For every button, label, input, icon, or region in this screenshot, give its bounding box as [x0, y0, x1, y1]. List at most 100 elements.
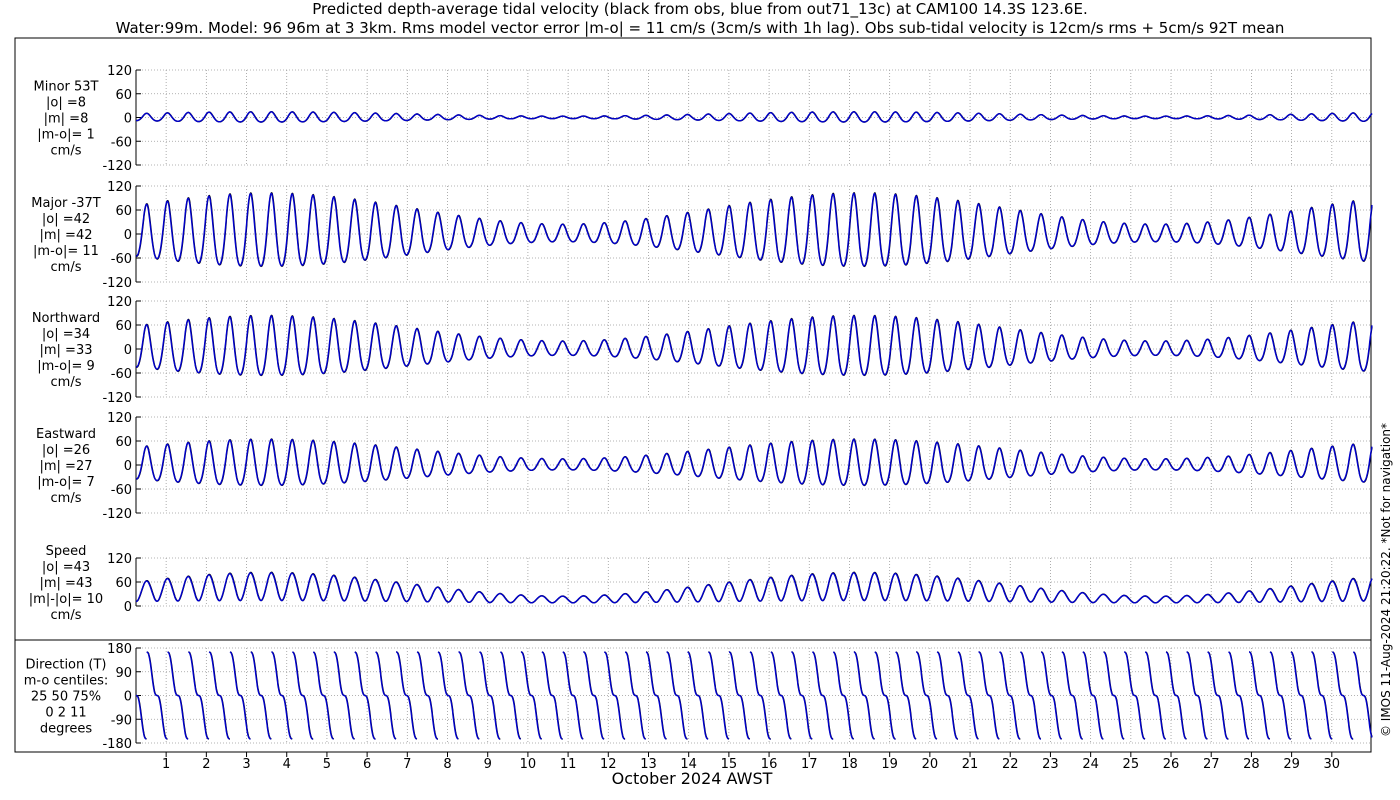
panel-speed: 0 60 120 Speed|o| =43|m| =43|m|-|o|= 10cm/s	[29, 544, 1373, 623]
panel-label-line: |m-o|= 11	[33, 244, 99, 259]
panel-label-line: |o| =8	[46, 96, 86, 111]
panel-label-line: Eastward	[36, 427, 96, 442]
tidal-velocity-chart: -120-60060120Minor 53T|o| =8|m| =8|m-o|=…	[14, 37, 1393, 788]
panel-label-line: m-o centiles:	[24, 674, 109, 689]
y-tick-label: -60	[111, 252, 132, 267]
panel-label-line: |m-o|= 1	[37, 128, 95, 143]
x-tick-label: 22	[1002, 757, 1019, 772]
watermark-text: © IMOS 11-Aug-2024 21:20:22. *Not for na…	[1379, 423, 1393, 737]
y-tick-label: 120	[107, 411, 132, 426]
panel-label-line: cm/s	[51, 491, 82, 506]
upper-axes-frame	[14, 37, 1372, 641]
y-tick-label: 0	[124, 690, 132, 705]
y-tick-label: 90	[115, 666, 132, 681]
y-tick-label: 120	[107, 64, 132, 79]
y-tick-label: -60	[111, 367, 132, 382]
y-tick-label: 120	[107, 180, 132, 195]
x-tick-label: 26	[1163, 757, 1180, 772]
y-tick-label: 60	[115, 204, 132, 219]
series-model-line	[135, 572, 1373, 604]
panel-label-line: |m| =27	[40, 459, 93, 474]
x-tick-label: 9	[484, 757, 492, 772]
y-tick-label: -60	[111, 135, 132, 150]
y-tick-label: 180	[107, 642, 132, 657]
panel-label-line: cm/s	[51, 375, 82, 390]
panel-major: -120 -60 0 60 120 Major -37T|o| =42|m| =42|m-…	[31, 180, 1373, 291]
y-tick-label: 0	[124, 600, 132, 615]
x-tick-label: 11	[560, 757, 577, 772]
x-tick-label: 1	[162, 757, 170, 772]
y-tick-label: 60	[115, 319, 132, 334]
y-tick-label: 120	[107, 552, 132, 567]
panel-label-line: cm/s	[51, 608, 82, 623]
x-tick-label: 2	[202, 757, 210, 772]
y-tick-label: 120	[107, 295, 132, 310]
x-tick-label: 28	[1243, 757, 1260, 772]
panel-label-line: Minor 53T	[34, 80, 99, 95]
panel-label-line: cm/s	[51, 144, 82, 159]
panel-label-line: |m| =43	[40, 576, 93, 591]
y-tick-label: -180	[102, 737, 132, 752]
panel-label-line: |m| =8	[44, 112, 89, 127]
x-tick-label: 20	[922, 757, 939, 772]
x-tick-label: 24	[1082, 757, 1099, 772]
x-axis: 1 2 3 4 5 6 7 8 9 10 11 12 13 14 15 16 17 18 19 20 21 22 23 24 2…	[162, 752, 1340, 788]
y-tick-label: 0	[124, 343, 132, 358]
panel-label-line: |m| =33	[40, 343, 93, 358]
x-tick-label: 3	[242, 757, 250, 772]
series-model-line	[136, 438, 1373, 486]
y-tick-label: 60	[115, 576, 132, 591]
y-tick-label: -120	[102, 507, 132, 522]
y-tick-label: 60	[115, 88, 132, 103]
panel-label-line: |o| =43	[42, 560, 90, 575]
x-tick-label: 25	[1123, 757, 1140, 772]
y-tick-label: 0	[124, 228, 132, 243]
y-tick-label: 60	[115, 435, 132, 450]
panel-label-line: 25 50 75%	[31, 690, 101, 705]
panel-label-line: cm/s	[51, 260, 82, 275]
panel-label-line: |o| =26	[42, 443, 90, 458]
panel-label-line: |m-o|= 7	[37, 475, 95, 490]
x-tick-label: 8	[443, 757, 451, 772]
x-tick-label: 19	[881, 757, 898, 772]
x-tick-label: 30	[1324, 757, 1341, 772]
y-tick-label: -120	[102, 159, 132, 174]
x-tick-label: 6	[363, 757, 371, 772]
lower-axes-frame	[14, 639, 1372, 753]
y-tick-label: -90	[111, 713, 132, 728]
panel-label-line: 0 2 11	[45, 706, 86, 721]
x-tick-label: 4	[283, 757, 291, 772]
panel-label-line: degrees	[40, 722, 93, 737]
x-tick-label: 27	[1203, 757, 1220, 772]
panel-label-line: Major -37T	[31, 196, 100, 211]
panel-label-line: |m|-|o|= 10	[29, 592, 103, 607]
series-model-line	[136, 111, 1373, 123]
x-tick-label: 21	[962, 757, 979, 772]
panel-label-line: Direction (T)	[26, 658, 107, 673]
panel-eastward: -120 -60 0 60 120 Eastward|o| =26|m| =27|m-o|…	[36, 411, 1373, 522]
figure: Predicted depth-average tidal velocity (…	[0, 0, 1400, 800]
panel-label-line: Speed	[46, 544, 87, 559]
y-tick-label: 0	[124, 112, 132, 127]
x-tick-label: 18	[841, 757, 858, 772]
panel-minor: -120 -60 0 60 120 Minor 53T|o| =8|m| =8|m-o|=…	[34, 64, 1373, 174]
series-model-line	[135, 192, 1373, 267]
x-tick-label: 23	[1042, 757, 1059, 772]
panel-label-line: |m| =42	[40, 228, 93, 243]
y-tick-label: -60	[111, 483, 132, 498]
panel-direction: -180 -90 0 90 180Direction (T)m-o centiles:2…	[24, 642, 1373, 752]
panel-label-line: Northward	[32, 311, 100, 326]
panel-northward: -120 -60 0 60 120 Northward|o| =34|m| =33|m-o…	[32, 295, 1373, 406]
y-tick-label: 0	[124, 459, 132, 474]
panel-label-line: |m-o|= 9	[37, 359, 95, 374]
x-tick-label: 17	[801, 757, 818, 772]
x-tick-label: 7	[403, 757, 411, 772]
panel-label-line: |o| =34	[42, 327, 90, 342]
panel-label-line: |o| =42	[42, 212, 90, 227]
x-tick-label: 29	[1283, 757, 1300, 772]
x-tick-label: 10	[520, 757, 537, 772]
y-tick-label: -120	[102, 391, 132, 406]
x-axis-label: October 2024 AWST	[612, 769, 773, 788]
y-tick-label: -120	[102, 276, 132, 291]
x-tick-label: 5	[323, 757, 331, 772]
